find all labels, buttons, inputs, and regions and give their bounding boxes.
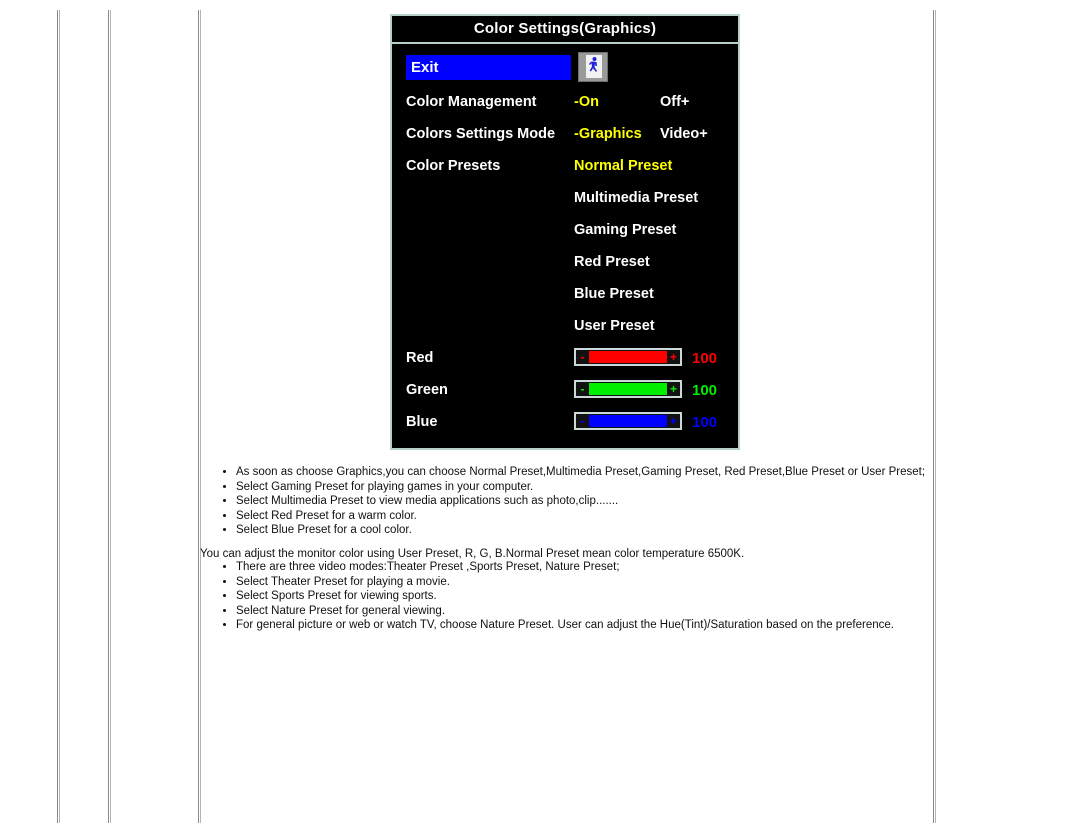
blue-slider-decrement-icon[interactable]: - — [576, 414, 589, 428]
paragraph-user-preset: You can adjust the monitor color using U… — [200, 547, 745, 560]
green-slider-decrement-icon[interactable]: - — [576, 382, 589, 396]
osd-preset-label: Gaming Preset — [574, 222, 677, 238]
osd-row-value-alt[interactable]: Off+ — [660, 94, 689, 110]
page-frame-rule-content-right — [933, 10, 936, 823]
bullet-list-video-presets: There are three video modes:Theater Pres… — [200, 561, 930, 633]
osd-preset-user[interactable]: User Preset — [392, 310, 738, 342]
list-item: As soon as choose Graphics,you can choos… — [236, 466, 930, 480]
red-slider[interactable]: - + — [574, 348, 682, 366]
red-slider-fill[interactable] — [589, 351, 667, 363]
exit-door-running-person-icon[interactable] — [578, 52, 608, 82]
osd-preset-gaming[interactable]: Gaming Preset — [392, 214, 738, 246]
osd-slider-label: Green — [406, 382, 448, 398]
osd-row-label: Color Management — [406, 94, 537, 110]
osd-panel: Color Settings(Graphics) Exit Color Mana… — [390, 14, 740, 450]
osd-slider-label: Red — [406, 350, 434, 366]
page-frame-rule-left-inner — [108, 10, 111, 823]
exit-label: Exit — [411, 59, 439, 76]
osd-title: Color Settings(Graphics) — [392, 16, 738, 44]
osd-row-value-alt[interactable]: Video+ — [660, 126, 708, 142]
osd-row-color-management[interactable]: Color Management -On Off+ — [392, 86, 738, 118]
page-frame-rule-left-outer — [57, 10, 60, 823]
osd-row-value[interactable]: -Graphics — [574, 126, 642, 142]
red-slider-value: 100 — [692, 349, 718, 367]
list-item: For general picture or web or watch TV, … — [236, 619, 930, 633]
osd-slider-row-green[interactable]: Green - + 100 — [392, 374, 738, 406]
list-item: Select Blue Preset for a cool color. — [236, 524, 930, 538]
osd-preset-label: User Preset — [574, 318, 655, 334]
green-slider-value: 100 — [692, 381, 718, 399]
osd-row-label: Color Presets — [406, 158, 501, 174]
green-slider[interactable]: - + — [574, 380, 682, 398]
osd-preset-label: Blue Preset — [574, 286, 654, 302]
page-frame-rule-content-left — [198, 10, 201, 823]
osd-row-value-selected-preset[interactable]: Normal Preset — [574, 158, 672, 174]
bullet-list-graphics-presets: As soon as choose Graphics,you can choos… — [200, 466, 930, 538]
osd-slider-row-red[interactable]: Red - + 100 — [392, 342, 738, 374]
blue-slider-value: 100 — [692, 413, 718, 431]
blue-slider-fill[interactable] — [589, 415, 667, 427]
blue-slider-increment-icon[interactable]: + — [667, 414, 680, 428]
osd-slider-label: Blue — [406, 414, 438, 430]
list-item: Select Theater Preset for playing a movi… — [236, 576, 930, 590]
osd-row-value[interactable]: -On — [574, 94, 599, 110]
red-slider-increment-icon[interactable]: + — [667, 350, 680, 364]
documentation-text: As soon as choose Graphics,you can choos… — [200, 466, 930, 634]
osd-preset-blue[interactable]: Blue Preset — [392, 278, 738, 310]
osd-preset-label: Multimedia Preset — [574, 190, 699, 206]
osd-body: Exit Color Management -On Off+ Colors Se… — [392, 44, 738, 448]
list-item: There are three video modes:Theater Pres… — [236, 561, 930, 575]
osd-slider-row-blue[interactable]: Blue - + 100 — [392, 406, 738, 438]
green-slider-increment-icon[interactable]: + — [667, 382, 680, 396]
osd-preset-red[interactable]: Red Preset — [392, 246, 738, 278]
list-item: Select Gaming Preset for playing games i… — [236, 481, 930, 495]
list-item: Select Sports Preset for viewing sports. — [236, 590, 930, 604]
list-item: Select Red Preset for a warm color. — [236, 510, 930, 524]
osd-row-label: Colors Settings Mode — [406, 126, 556, 142]
list-item: Select Nature Preset for general viewing… — [236, 605, 930, 619]
osd-row-exit[interactable]: Exit — [392, 52, 738, 86]
osd-preset-label: Red Preset — [574, 254, 650, 270]
osd-preset-multimedia[interactable]: Multimedia Preset — [392, 182, 738, 214]
osd-row-colors-settings-mode[interactable]: Colors Settings Mode -Graphics Video+ — [392, 118, 738, 150]
list-item: Select Multimedia Preset to view media a… — [236, 495, 930, 509]
osd-row-color-presets[interactable]: Color Presets Normal Preset — [392, 150, 738, 182]
blue-slider[interactable]: - + — [574, 412, 682, 430]
green-slider-fill[interactable] — [589, 383, 667, 395]
red-slider-decrement-icon[interactable]: - — [576, 350, 589, 364]
